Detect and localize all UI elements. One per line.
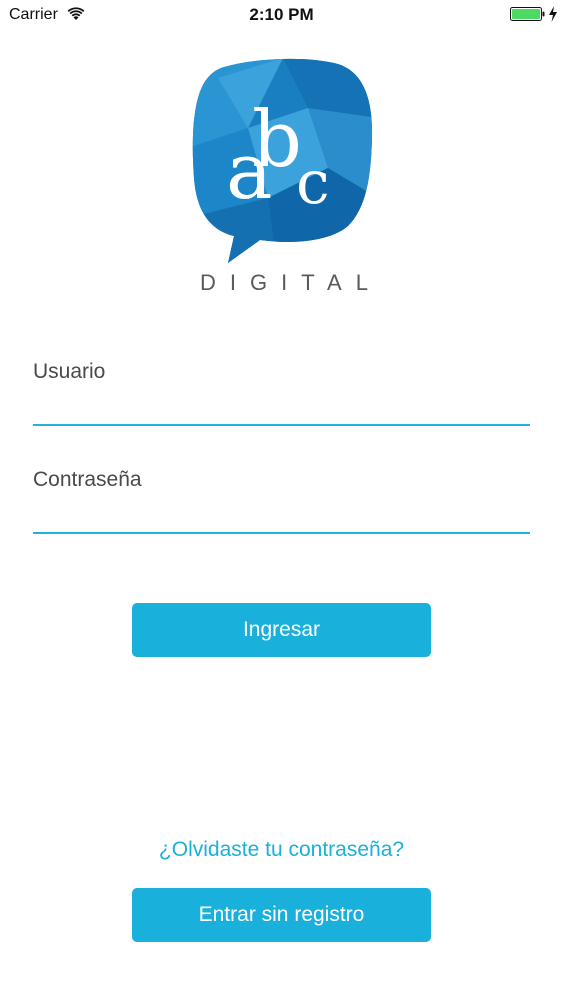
logo-wordmark: DIGITAL xyxy=(200,270,382,295)
status-time: 2:10 PM xyxy=(249,5,314,24)
username-input[interactable] xyxy=(33,384,530,424)
password-label: Contraseña xyxy=(33,468,142,491)
status-bar: Carrier 2:10 PM xyxy=(0,0,563,30)
login-button[interactable]: Ingresar xyxy=(132,603,431,657)
password-field-group: Contraseña xyxy=(33,468,530,534)
password-underline xyxy=(33,532,530,534)
username-label: Usuario xyxy=(33,360,106,383)
svg-text:c: c xyxy=(296,148,330,218)
password-input[interactable] xyxy=(33,492,530,532)
abc-digital-logo: a b c xyxy=(188,58,378,298)
svg-text:b: b xyxy=(252,95,302,185)
username-underline xyxy=(33,424,530,426)
username-field-group: Usuario xyxy=(33,360,530,426)
forgot-password-link[interactable]: ¿Olvidaste tu contraseña? xyxy=(0,838,563,862)
charging-icon xyxy=(548,6,558,22)
battery-icon xyxy=(510,7,546,21)
guest-entry-button[interactable]: Entrar sin registro xyxy=(132,888,431,942)
